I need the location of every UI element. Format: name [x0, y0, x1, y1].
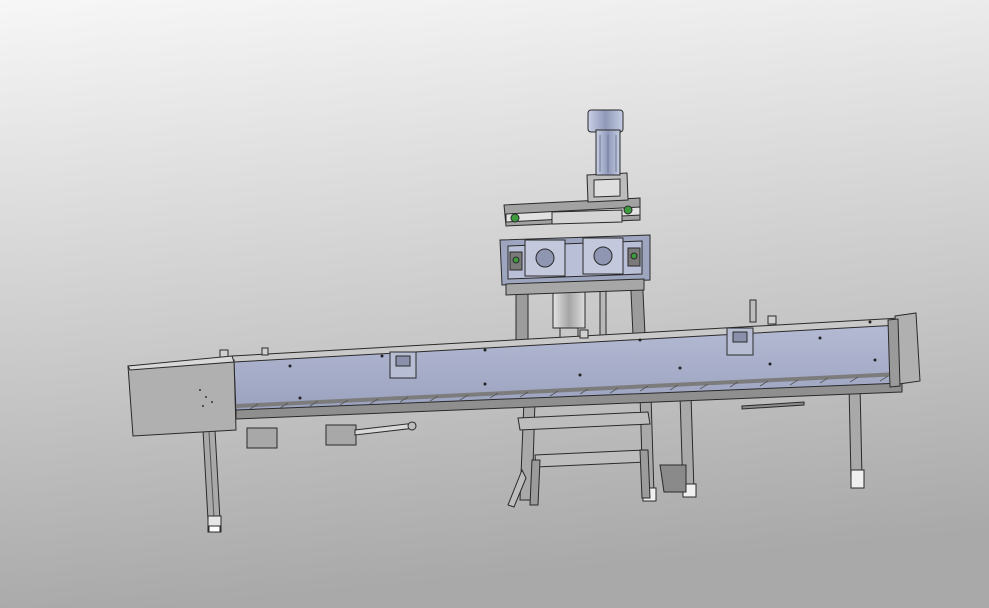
viewport-background	[0, 0, 989, 608]
carriage-block[interactable]	[499, 234, 651, 296]
junction-box-right[interactable]	[325, 424, 357, 446]
left-end-cap[interactable]	[127, 355, 237, 437]
junction-box-left[interactable]	[246, 427, 278, 449]
cad-viewport[interactable]	[0, 0, 989, 608]
conveyor-assembly-model[interactable]	[0, 0, 989, 608]
motor-bracket[interactable]	[586, 172, 629, 203]
sensor-bracket-left[interactable]	[389, 351, 417, 379]
right-end-cap[interactable]	[887, 312, 921, 388]
